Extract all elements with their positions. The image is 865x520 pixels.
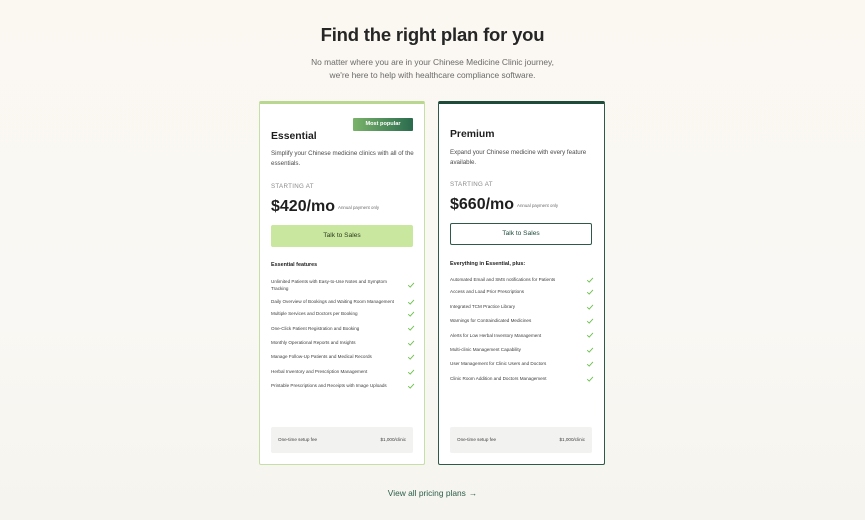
feature-label: Herbal Inventory and Prescription Manage… [271,368,368,374]
check-icon [407,283,415,289]
feature-label: Manage Follow-Up Patients and Medical Re… [271,354,372,360]
feature-item: Warnings for Contraindicated Medicines [450,317,594,324]
view-all-pricing-label: View all pricing plans [387,488,466,498]
talk-to-sales-button[interactable]: Talk to Sales [450,223,592,245]
most-popular-badge: Most popular [353,118,413,131]
feature-list: Unlimited Patients with Easy-to-Use Note… [271,278,415,390]
page-subtitle: No matter where you are in your Chinese … [0,56,865,82]
check-icon [586,318,594,324]
starting-at-label: STARTING AT [450,181,493,188]
setup-fee-value: $1,000/clinic [380,437,406,442]
check-icon [407,354,415,360]
feature-item: Daily Overview of Bookings and Waiting R… [271,298,415,305]
feature-label: Access and Load Prior Prescriptions [450,289,525,295]
feature-item: Multiple Services and Doctors per Bookin… [271,310,415,317]
feature-list: Automated Email and SMS notifications fo… [450,276,594,382]
check-icon [586,277,594,283]
feature-item: Manage Follow-Up Patients and Medical Re… [271,353,415,360]
feature-item: One-Click Patient Registration and Booki… [271,325,415,332]
price-row: $660/mo Annual payment only [450,196,558,214]
feature-item: Monthly Operational Reports and Insights [271,339,415,346]
feature-label: Integrated TCM Practice Library [450,303,516,309]
subtitle-line-1: No matter where you are in your Chinese … [311,57,554,67]
check-icon [407,369,415,375]
price-note: Annual payment only [338,205,380,210]
plan-description: Expand your Chinese medicine with every … [450,149,587,166]
feature-item: Automated Email and SMS notifications fo… [450,276,594,283]
feature-item: Herbal Inventory and Prescription Manage… [271,368,415,375]
feature-item: Access and Load Prior Prescriptions [450,288,594,295]
check-icon [407,325,415,332]
pricing-page: Find the right plan for you No matter wh… [0,0,865,520]
check-icon [407,383,415,389]
price-row: $420/mo Annual payment only [271,198,379,216]
feature-label: Alerts for Low Herbal Inventory Manageme… [450,332,542,338]
feature-label: Warnings for Contraindicated Medicines [450,318,532,324]
plan-price: $660/mo [450,196,515,213]
feature-label: Daily Overview of Bookings and Waiting R… [271,298,394,304]
feature-item: Alerts for Low Herbal Inventory Manageme… [450,332,594,339]
feature-label: Multiple Services and Doctors per Bookin… [271,311,358,317]
check-icon [407,299,415,305]
feature-item: User Management for Clinic Users and Doc… [450,360,594,367]
feature-label: Clinic Room Addition and Doctors Managem… [450,375,547,381]
features-title: Everything in Essential, plus: [450,261,526,267]
plan-card-premium: Premium Expand your Chinese medicine wit… [438,101,605,465]
plan-name: Essential [271,131,317,142]
check-icon [407,311,415,317]
check-icon [407,340,415,346]
plan-name: Premium [450,129,495,140]
check-icon [586,289,594,295]
arrow-right-icon: → [468,488,478,498]
view-all-pricing-link[interactable]: View all pricing plans → [0,488,865,498]
feature-item: Printable Prescriptions and Receipts wit… [271,382,415,389]
plan-card-essential: Most popular Essential Simplify your Chi… [259,101,425,465]
feature-label: Multi-clinic Management Capability [450,347,521,353]
starting-at-label: STARTING AT [271,183,314,190]
subtitle-line-2: we're here to help with healthcare compl… [329,70,536,80]
feature-item: Integrated TCM Practice Library [450,303,594,310]
check-icon [586,376,594,382]
setup-fee-label: One-time setup fee [457,437,497,442]
setup-fee-box: One-time setup fee $1,000/clinic [271,427,413,453]
setup-fee-value: $1,000/clinic [559,437,585,442]
plan-price: $420/mo [271,198,336,215]
features-title: Essential features [271,262,318,268]
feature-item: Unlimited Patients with Easy-to-Use Note… [271,278,415,293]
feature-label: Unlimited Patients with Easy-to-Use Note… [271,279,387,292]
check-icon [586,304,594,310]
talk-to-sales-button[interactable]: Talk to Sales [271,225,413,247]
check-icon [586,361,594,367]
feature-label: Automated Email and SMS notifications fo… [450,277,556,282]
feature-label: User Management for Clinic Users and Doc… [450,361,547,367]
setup-fee-label: One-time setup fee [278,437,318,442]
price-note: Annual payment only [517,203,559,208]
feature-label: Printable Prescriptions and Receipts wit… [271,383,387,389]
setup-fee-box: One-time setup fee $1,000/clinic [450,427,592,453]
check-icon [586,347,594,353]
feature-item: Multi-clinic Management Capability [450,346,594,353]
plan-description: Simplify your Chinese medicine clinics w… [271,150,414,167]
feature-item: Clinic Room Addition and Doctors Managem… [450,375,594,382]
page-title: Find the right plan for you [320,24,545,45]
feature-label: Monthly Operational Reports and Insights [271,340,356,346]
feature-label: One-Click Patient Registration and Booki… [271,325,360,331]
check-icon [586,332,594,339]
